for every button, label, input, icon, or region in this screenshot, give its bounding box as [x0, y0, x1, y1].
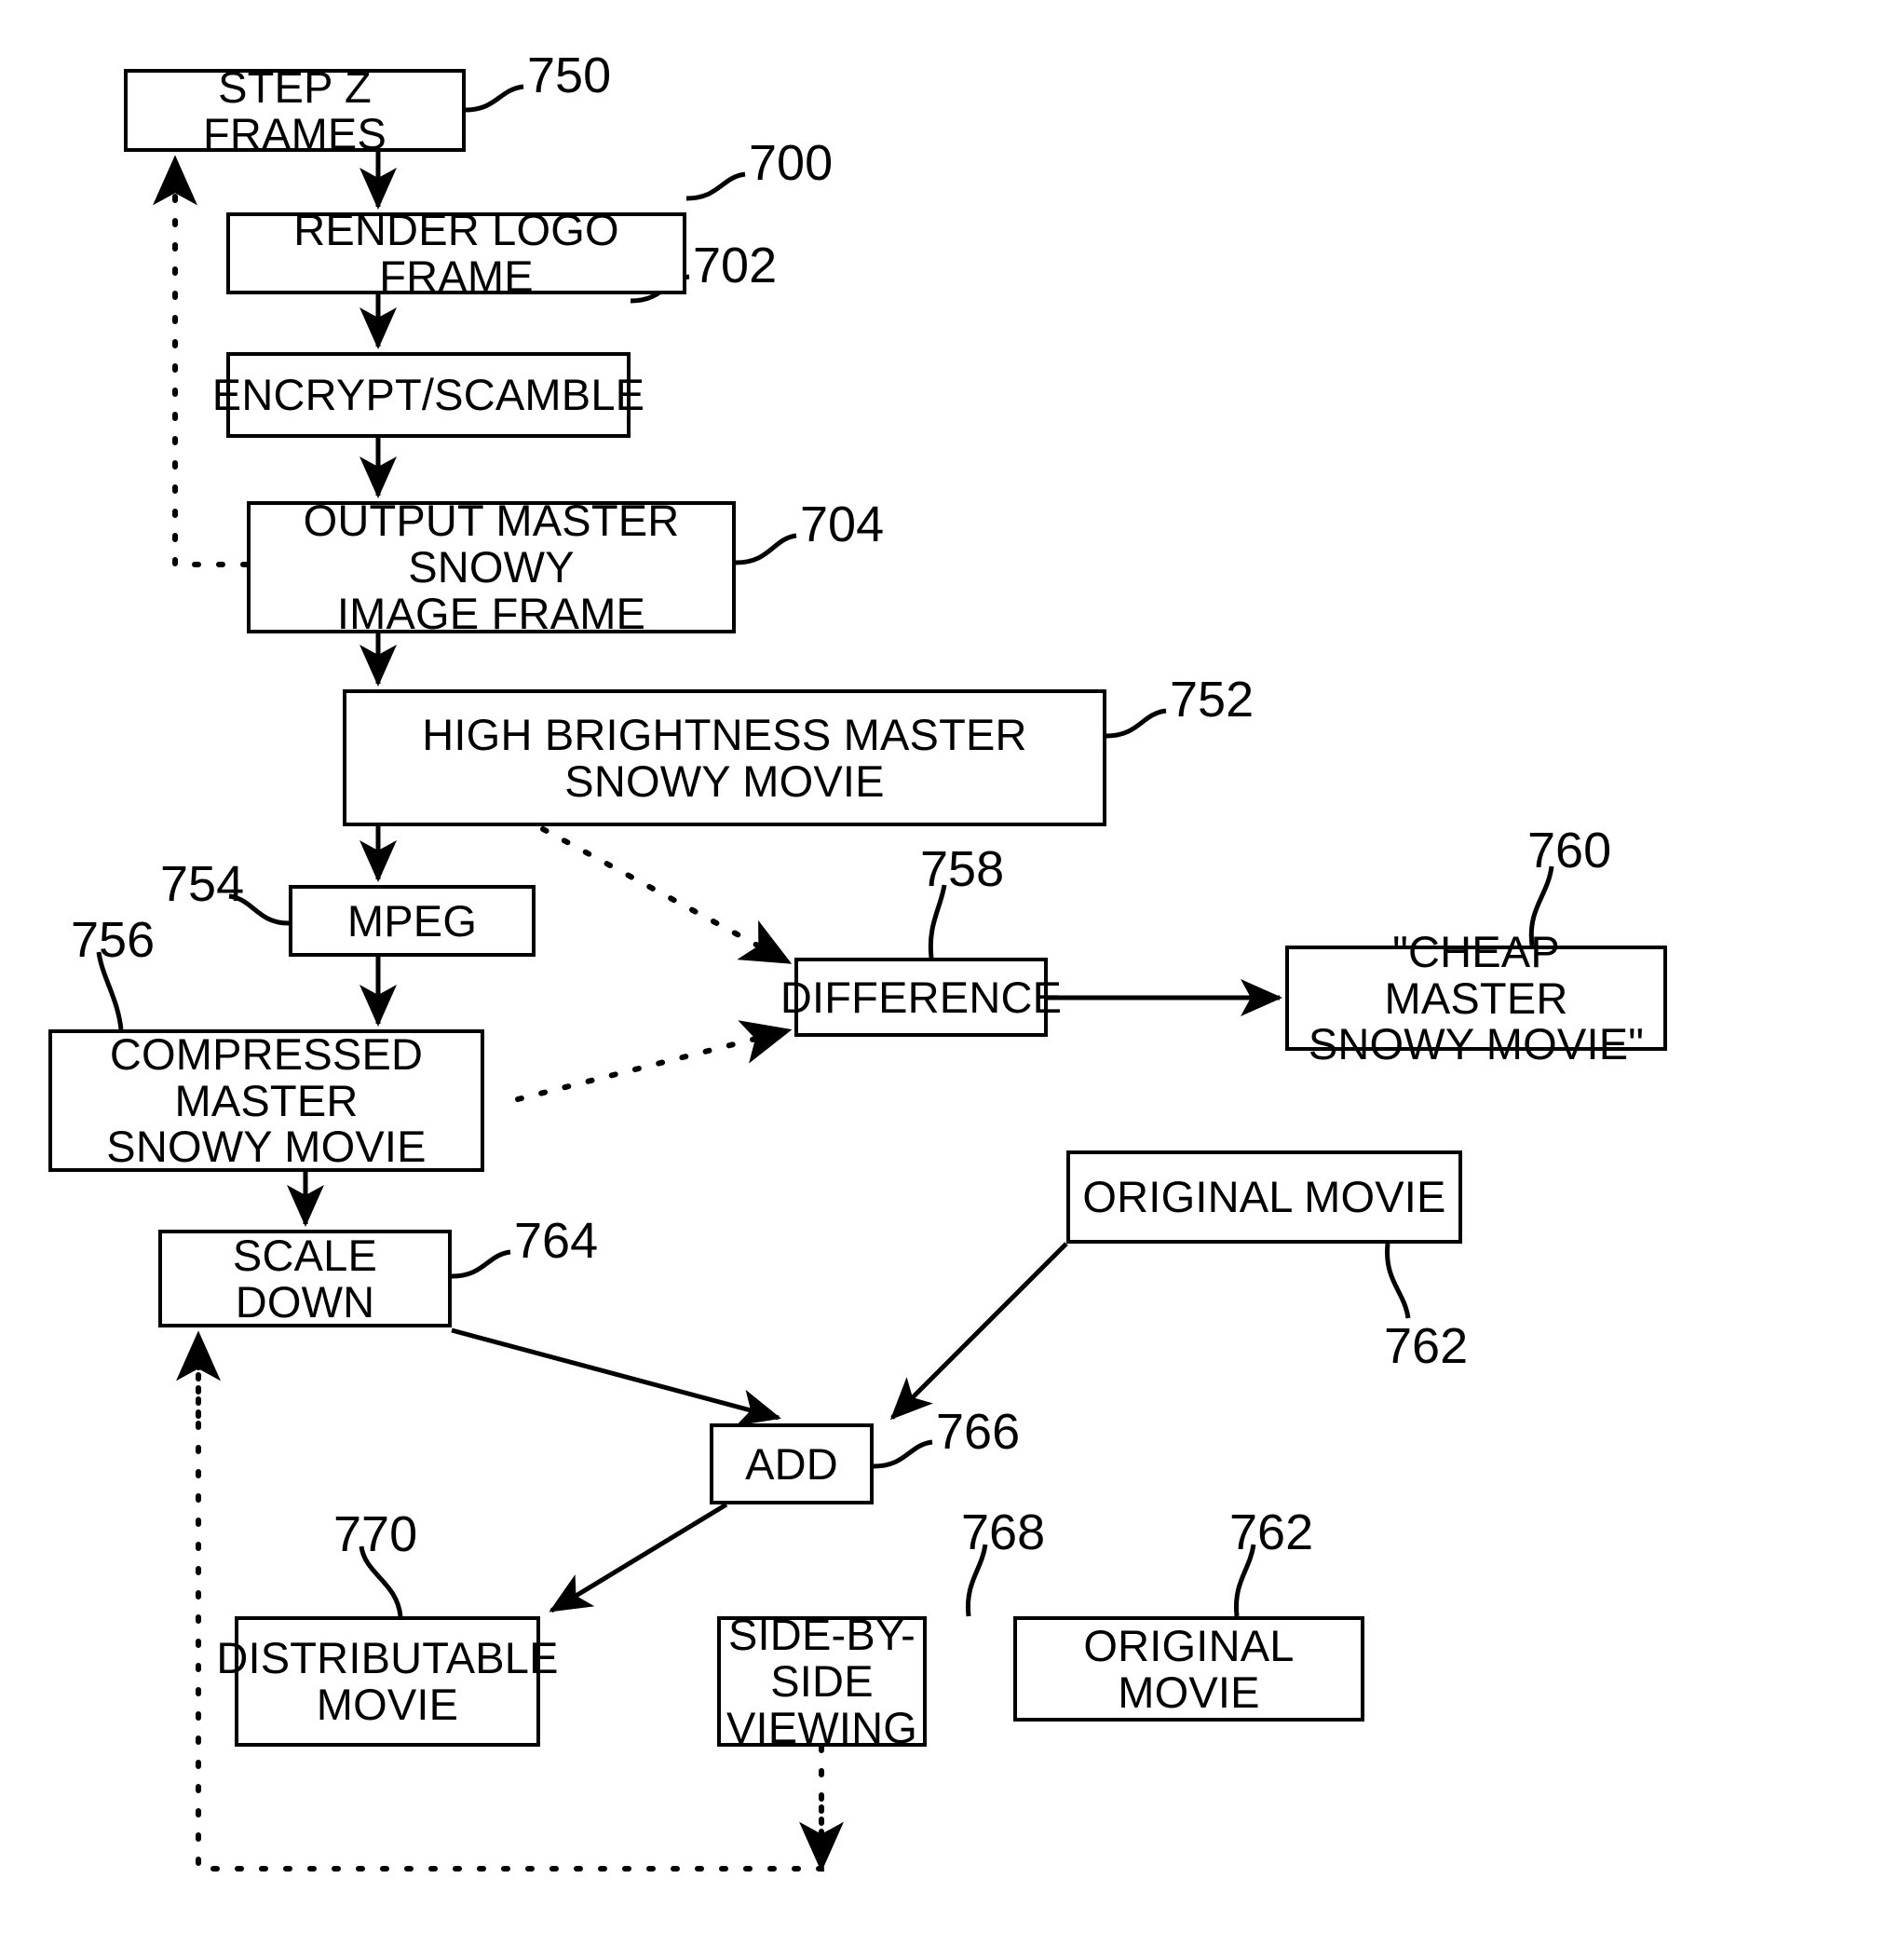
- node-output-master-line1: OUTPUT MASTER SNOWY: [303, 496, 680, 592]
- node-cheap-master-line2: SNOWY MOVIE": [1308, 1019, 1645, 1069]
- dotted-feedback-sidebyside-to-scaledown: [196, 1331, 824, 1872]
- node-scale-down[interactable]: SCALE DOWN: [158, 1230, 452, 1327]
- node-render-logo-frame-label: RENDER LOGO FRAME: [293, 205, 619, 301]
- node-original-movie-top-label: ORIGINAL MOVIE: [1082, 1172, 1446, 1222]
- ref-756: 756: [71, 912, 156, 968]
- node-compressed-master-line2: SNOWY MOVIE: [106, 1122, 427, 1172]
- ref-768: 768: [961, 1504, 1046, 1560]
- ref-762-bottom: 762: [1229, 1504, 1314, 1560]
- node-high-brightness-master-snowy-movie[interactable]: HIGH BRIGHTNESS MASTER SNOWY MOVIE: [343, 689, 1106, 826]
- leader-700: [685, 171, 746, 201]
- node-side-by-side-viewing-line1: SIDE-BY-SIDE: [728, 1610, 916, 1707]
- ref-764: 764: [514, 1213, 599, 1269]
- node-render-logo-frame[interactable]: RENDER LOGO FRAME: [226, 207, 686, 299]
- node-side-by-side-viewing[interactable]: SIDE-BY-SIDE VIEWING: [717, 1612, 927, 1750]
- node-difference[interactable]: DIFFERENCE: [780, 958, 1062, 1037]
- ref-760: 760: [1527, 823, 1612, 878]
- node-cheap-master-line1: "CHEAP MASTER: [1384, 926, 1568, 1023]
- node-step-z-frames-label: STEP Z FRAMES: [202, 61, 387, 158]
- patent-figure-canvas: STEP Z FRAMES RENDER LOGO FRAME ENCRYPT/…: [0, 0, 1899, 1960]
- leader-762-top: [1385, 1243, 1411, 1319]
- leader-704: [735, 533, 797, 565]
- ref-762-top: 762: [1384, 1318, 1469, 1374]
- node-high-brightness-line2: SNOWY MOVIE: [564, 755, 885, 806]
- ref-702: 702: [693, 238, 778, 293]
- ref-704: 704: [800, 497, 885, 552]
- ref-758: 758: [920, 841, 1005, 897]
- node-distributable-movie-line1: DISTRIBUTABLE: [216, 1633, 559, 1683]
- node-output-master-line2: IMAGE FRAME: [336, 588, 646, 638]
- node-high-brightness-line1: HIGH BRIGHTNESS MASTER: [422, 709, 1027, 759]
- node-side-by-side-viewing-line2: VIEWING: [726, 1702, 918, 1752]
- node-distributable-movie[interactable]: DISTRIBUTABLE MOVIE: [216, 1616, 558, 1747]
- node-mpeg[interactable]: MPEG: [289, 885, 536, 957]
- ref-750: 750: [527, 48, 612, 103]
- node-add[interactable]: ADD: [710, 1423, 874, 1504]
- node-cheap-master-snowy-movie[interactable]: "CHEAP MASTER SNOWY MOVIE": [1285, 928, 1667, 1068]
- arrow-scaledown-to-add: [451, 1327, 781, 1426]
- node-encrypt-scamble-label: ENCRYPT/SCAMBLE: [211, 370, 645, 420]
- arrow-add-to-distributable: [549, 1502, 728, 1613]
- leader-750: [465, 84, 524, 113]
- leader-764: [451, 1249, 511, 1279]
- node-original-movie-top[interactable]: ORIGINAL MOVIE: [1066, 1150, 1462, 1244]
- ref-770: 770: [333, 1506, 418, 1562]
- node-difference-label: DIFFERENCE: [780, 972, 1063, 1022]
- node-add-label: ADD: [745, 1438, 838, 1489]
- ref-766: 766: [936, 1404, 1021, 1460]
- node-compressed-master-line1: COMPRESSED MASTER: [109, 1028, 424, 1125]
- node-original-movie-bottom[interactable]: ORIGINAL MOVIE: [1013, 1616, 1364, 1722]
- leader-752: [1105, 708, 1167, 739]
- ref-752: 752: [1170, 672, 1255, 728]
- node-step-z-frames[interactable]: STEP Z FRAMES: [124, 63, 466, 157]
- arrow-originalmovie-to-add: [889, 1242, 1068, 1421]
- node-compressed-master-snowy-movie[interactable]: COMPRESSED MASTER SNOWY MOVIE: [48, 1029, 484, 1172]
- ref-700: 700: [749, 135, 834, 191]
- node-mpeg-label: MPEG: [346, 895, 478, 946]
- node-scale-down-label: SCALE DOWN: [232, 1230, 378, 1327]
- dotted-highbright-to-difference: [540, 826, 793, 965]
- leader-766: [873, 1439, 933, 1469]
- ref-754: 754: [160, 856, 245, 912]
- node-original-movie-bottom-label: ORIGINAL MOVIE: [1083, 1620, 1295, 1717]
- node-encrypt-scamble[interactable]: ENCRYPT/SCAMBLE: [212, 352, 644, 438]
- node-distributable-movie-line2: MOVIE: [316, 1680, 459, 1729]
- node-output-master-snowy-image-frame[interactable]: OUTPUT MASTER SNOWY IMAGE FRAME: [247, 497, 736, 636]
- dotted-compressed-to-difference: [515, 1020, 793, 1102]
